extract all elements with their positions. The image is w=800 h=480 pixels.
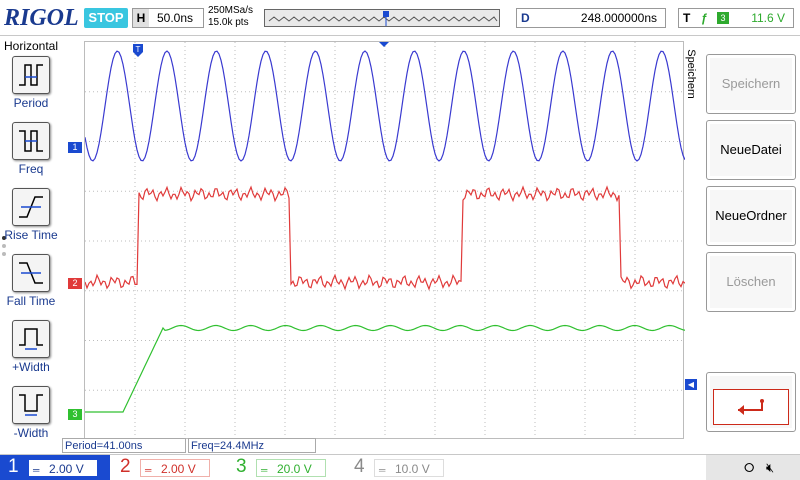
new-file-button[interactable]: NeueDatei xyxy=(706,120,796,180)
ch4-scale: ═ 10.0 V xyxy=(374,459,444,477)
ch4-status[interactable]: 4 ═ 10.0 V xyxy=(346,455,456,480)
freq-readout: Freq=24.4MHz xyxy=(188,438,316,453)
rise-time-icon xyxy=(12,188,50,226)
measure-freq-button[interactable]: Freq xyxy=(0,122,62,186)
measure-period-label: Period xyxy=(13,96,49,110)
horizontal-delay-display[interactable]: D 248.000000ns xyxy=(516,8,666,28)
fall-time-icon xyxy=(12,254,50,292)
ch1-number: 1 xyxy=(8,456,19,477)
ch3-status[interactable]: 3 ═ 20.0 V xyxy=(228,455,338,480)
ch2-scale: ═ 2.00 V xyxy=(140,459,210,477)
graticule xyxy=(85,42,685,440)
sample-rate: 250MSa/s xyxy=(208,5,254,16)
measure-negative-width-button[interactable]: -Width xyxy=(0,386,62,450)
memory-depth: 15.0k pts xyxy=(208,17,249,28)
svg-text:T: T xyxy=(136,45,141,54)
ch2-marker[interactable]: 2 xyxy=(68,278,82,289)
measure-negative-width-label: -Width xyxy=(13,426,49,440)
rising-edge-icon: ƒ xyxy=(701,11,708,25)
timebase-tag: H xyxy=(133,9,149,27)
ch3-scale: ═ 20.0 V xyxy=(256,459,326,477)
ch3-number: 3 xyxy=(236,456,247,477)
timebase-display[interactable]: H 50.0ns xyxy=(132,8,204,28)
delay-tag: D xyxy=(521,11,530,25)
brand-logo: RIGOL xyxy=(4,5,79,31)
measure-fall-time-button[interactable]: Fall Time xyxy=(0,254,62,318)
memory-waveform-preview xyxy=(268,11,498,26)
save-button[interactable]: Speichern xyxy=(706,54,796,114)
measure-freq-label: Freq xyxy=(18,162,44,176)
ch4-number: 4 xyxy=(354,456,365,477)
measure-positive-width-button[interactable]: +Width xyxy=(0,320,62,384)
waveform-display[interactable]: T xyxy=(84,41,685,440)
positive-width-icon xyxy=(12,320,50,358)
back-button[interactable] xyxy=(706,372,796,432)
trigger-tag: T xyxy=(683,11,691,25)
waveform-canvas: T xyxy=(85,42,685,440)
speaker-mute-icon: 🔇︎ xyxy=(766,460,775,475)
period-readout: Period=41.00ns xyxy=(62,438,186,453)
memory-window-marker xyxy=(383,11,389,17)
measure-menu-title: Horizontal xyxy=(3,39,59,53)
negative-width-icon xyxy=(12,386,50,424)
softkey-menu-title: Speichern xyxy=(684,44,704,110)
measure-fall-time-label: Fall Time xyxy=(6,294,56,308)
system-status-icons: ⭘ 🔇︎ xyxy=(706,455,800,480)
ch1-coupling-icon: ═ xyxy=(33,465,40,475)
sampling-info: 250MSa/s 15.0k pts xyxy=(208,5,253,29)
return-arrow-icon xyxy=(713,389,789,425)
usb-icon: ⭘ xyxy=(744,460,755,475)
measure-rise-time-button[interactable]: Rise Time xyxy=(0,188,62,252)
softkey-menu-title-text: Speichern xyxy=(684,49,697,99)
ch2-status[interactable]: 2 ═ 2.00 V xyxy=(112,455,222,480)
trigger-source: 3 xyxy=(717,12,729,24)
trigger-level-marker[interactable]: ◀ xyxy=(685,379,697,390)
top-status-bar: RIGOL STOP H 50.0ns 250MSa/s 15.0k pts D… xyxy=(0,0,800,36)
ch2-coupling-icon: ═ xyxy=(145,465,152,475)
frequency-icon xyxy=(12,122,50,160)
measure-period-button[interactable]: Period xyxy=(0,56,62,120)
ch4-coupling-icon: ═ xyxy=(379,465,386,475)
ch3-marker[interactable]: 3 xyxy=(68,409,82,420)
measure-menu: Horizontal Period Freq Rise Time Fall Ti… xyxy=(0,36,62,454)
channel-status-bar: 1 ═ 2.00 V 2 ═ 2.00 V 3 ═ 20.0 V 4 ═ 10.0 V … xyxy=(0,454,800,480)
timebase-value: 50.0ns xyxy=(157,11,194,25)
period-icon xyxy=(12,56,50,94)
ch1-scale: ═ 2.00 V xyxy=(28,459,98,477)
measure-rise-time-label: Rise Time xyxy=(4,228,58,242)
measurement-readouts: Period=41.00ns Freq=24.4MHz xyxy=(62,438,322,453)
new-folder-button[interactable]: NeueOrdner xyxy=(706,186,796,246)
measure-positive-width-label: +Width xyxy=(12,360,50,374)
delete-button[interactable]: Löschen xyxy=(706,252,796,312)
ch1-marker[interactable]: 1 xyxy=(68,142,82,153)
run-stop-indicator[interactable]: STOP xyxy=(84,8,128,28)
ch2-number: 2 xyxy=(120,456,131,477)
ch1-status[interactable]: 1 ═ 2.00 V xyxy=(0,455,110,480)
trigger-display[interactable]: T ƒ 3 11.6 V xyxy=(678,8,794,28)
center-marker xyxy=(379,42,389,47)
delay-value: 248.000000ns xyxy=(580,11,657,25)
ch3-coupling-icon: ═ xyxy=(261,465,268,475)
trigger-level: 11.6 V xyxy=(751,11,785,25)
memory-position-bar[interactable] xyxy=(264,9,500,27)
